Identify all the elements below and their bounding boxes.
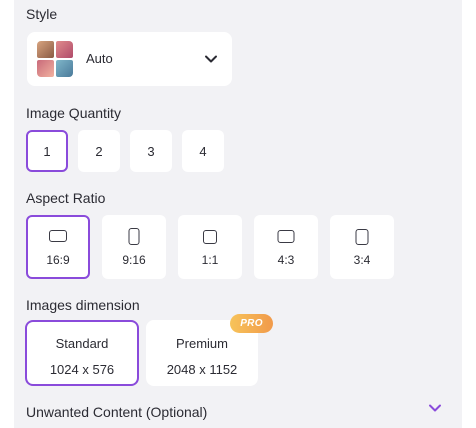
settings-panel: Style Auto Image Quantity 1 2 3 4 Aspect…: [14, 0, 462, 428]
aspect-ratio-3-4[interactable]: 3:4: [330, 215, 394, 279]
style-selected-value: Auto: [86, 51, 113, 66]
aspect-ratio-label-9-16: 9:16: [122, 253, 146, 267]
aspect-ratio-label-1-1: 1:1: [201, 253, 219, 267]
style-thumbnail: [37, 41, 73, 77]
portrait-ratio-icon: [355, 229, 369, 245]
aspect-ratio-4-3[interactable]: 4:3: [254, 215, 318, 279]
dimension-size: 1024 x 576: [49, 362, 115, 377]
unwanted-content-label: Unwanted Content (Optional): [26, 404, 208, 420]
landscape-ratio-icon: [277, 230, 295, 243]
aspect-ratio-9-16[interactable]: 9:16: [102, 215, 166, 279]
landscape-ratio-icon: [49, 230, 67, 242]
aspect-ratio-label-3-4: 3:4: [353, 253, 371, 267]
style-label: Style: [26, 6, 58, 22]
dimension-name: Premium: [175, 336, 228, 351]
aspect-ratio-1-1[interactable]: 1:1: [178, 215, 242, 279]
chevron-down-icon: [205, 55, 217, 63]
dimension-standard-option[interactable]: Standard 1024 x 576: [25, 320, 139, 386]
aspect-ratio-16-9[interactable]: 16:9: [26, 215, 90, 279]
aspect-ratio-label-4-3: 4:3: [277, 253, 295, 267]
images-dimension-label: Images dimension: [26, 297, 140, 313]
aspect-ratio-label: Aspect Ratio: [26, 190, 106, 206]
aspect-ratio-label-16-9: 16:9: [46, 253, 70, 267]
pro-badge: PRO: [230, 314, 273, 333]
style-dropdown[interactable]: Auto: [27, 32, 232, 86]
quantity-option-2[interactable]: 2: [78, 130, 120, 172]
quantity-option-4[interactable]: 4: [182, 130, 224, 172]
quantity-option-1[interactable]: 1: [26, 130, 68, 172]
dimension-name: Standard: [55, 336, 109, 351]
dimension-size: 2048 x 1152: [166, 362, 238, 377]
chevron-down-icon[interactable]: [428, 401, 442, 415]
quantity-option-3[interactable]: 3: [130, 130, 172, 172]
square-ratio-icon: [203, 230, 217, 244]
portrait-ratio-icon: [128, 228, 140, 245]
image-quantity-label: Image Quantity: [26, 105, 121, 121]
